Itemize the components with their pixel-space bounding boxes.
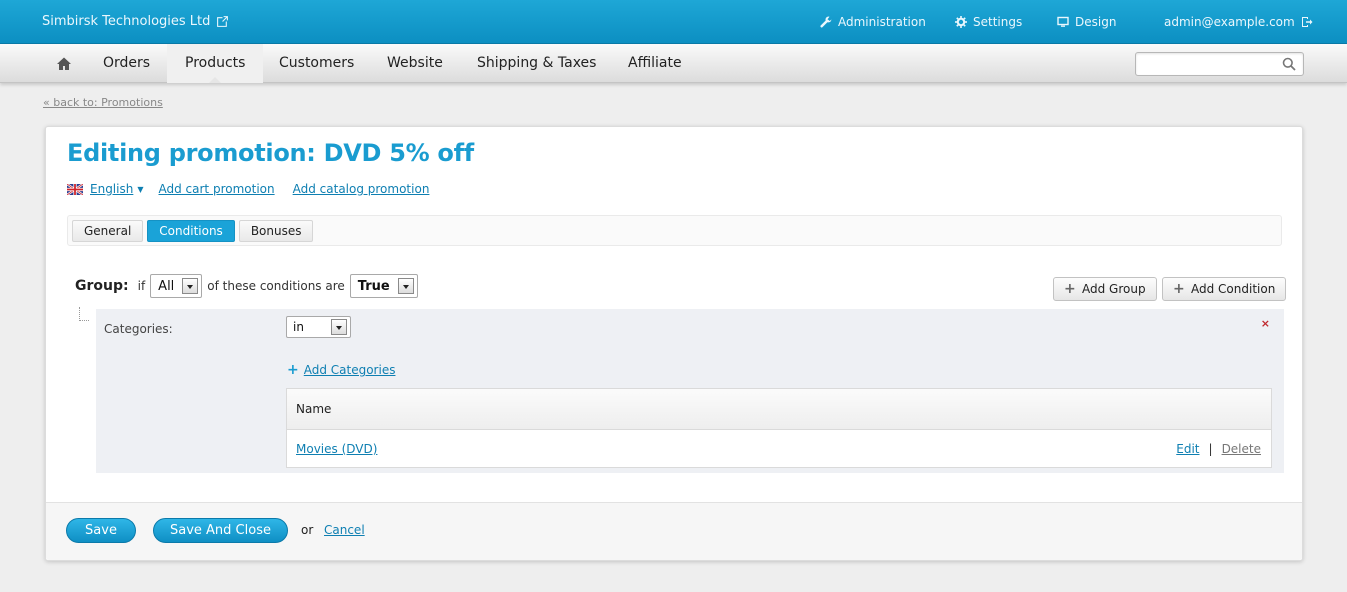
logout-icon[interactable] (1301, 16, 1313, 28)
table-row: Movies (DVD) Edit | Delete (287, 430, 1271, 468)
row-actions: Edit | Delete (1176, 430, 1261, 468)
dropdown-arrow-icon[interactable] (397, 278, 414, 294)
remove-condition-icon[interactable]: × (1261, 317, 1270, 330)
add-group-label: Add Group (1082, 282, 1146, 296)
promotion-editor-panel: Editing promotion: DVD 5% off English ▼ … (45, 126, 1303, 561)
administration-label[interactable]: Administration (838, 15, 926, 29)
back-to-promotions-link[interactable]: « back to: Promotions (43, 96, 163, 109)
administration-link[interactable]: Administration (820, 15, 926, 29)
home-nav-button[interactable] (46, 44, 82, 83)
add-cart-promotion-link[interactable]: Add cart promotion (159, 182, 275, 196)
external-link-icon[interactable] (216, 15, 229, 28)
tab-general[interactable]: General (72, 220, 144, 242)
search-box (1135, 52, 1304, 76)
dropdown-arrow-icon[interactable] (182, 278, 199, 294)
wrench-icon (820, 16, 832, 28)
monitor-icon (1057, 16, 1069, 27)
user-email[interactable]: admin@example.com (1164, 15, 1295, 29)
plus-icon: + (1173, 281, 1185, 297)
company-label[interactable]: Simbirsk Technologies Ltd (42, 14, 210, 29)
group-middle-text: of these conditions are (207, 279, 345, 293)
add-condition-button[interactable]: + Add Condition (1162, 277, 1287, 301)
condition-operator-value[interactable]: in (293, 320, 323, 334)
add-group-button[interactable]: + Add Group (1053, 277, 1157, 301)
group-quantifier-value[interactable]: All (158, 279, 174, 294)
language-selector[interactable]: English (90, 182, 133, 196)
plus-icon[interactable]: + (287, 362, 299, 378)
search-icon[interactable] (1282, 57, 1296, 71)
tab-bonuses[interactable]: Bonuses (238, 220, 314, 242)
or-text: or (301, 523, 314, 537)
nav-orders[interactable]: Orders (85, 44, 168, 83)
group-label: Group: (75, 278, 129, 294)
tab-conditions[interactable]: Conditions (147, 220, 235, 242)
panel-footer: Save Save And Close or Cancel (46, 502, 1302, 560)
group-quantifier-select[interactable]: All (150, 274, 203, 298)
nav-affiliate[interactable]: Affiliate (610, 44, 700, 83)
condition-label: Categories: (104, 322, 173, 336)
group-truth-value[interactable]: True (358, 279, 390, 294)
uk-flag-icon[interactable] (67, 183, 83, 195)
nav-products[interactable]: Products (167, 44, 264, 83)
user-menu[interactable]: admin@example.com (1164, 15, 1313, 29)
save-button[interactable]: Save (66, 518, 136, 543)
condition-operator-select[interactable]: in (286, 316, 351, 338)
add-catalog-promotion-link[interactable]: Add catalog promotion (293, 182, 430, 196)
add-categories-wrap: + Add Categories (287, 362, 395, 378)
category-link[interactable]: Movies (DVD) (296, 442, 377, 456)
condition-block: Categories: in × + Add Categories Name M… (96, 309, 1284, 473)
home-icon[interactable] (56, 56, 72, 72)
condition-operator-wrap: in (286, 316, 351, 338)
settings-link[interactable]: Settings (955, 15, 1022, 29)
tabs-bar: General Conditions Bonuses (67, 215, 1282, 246)
group-truth-select[interactable]: True (349, 274, 418, 298)
company-name[interactable]: Simbirsk Technologies Ltd (42, 14, 229, 29)
save-and-close-button[interactable]: Save And Close (153, 518, 288, 543)
actions-divider: | (1208, 442, 1213, 456)
nav-shipping-taxes[interactable]: Shipping & Taxes (459, 44, 614, 83)
add-condition-label: Add Condition (1191, 282, 1276, 296)
design-link[interactable]: Design (1057, 15, 1116, 29)
tree-connector (79, 307, 89, 321)
chevron-down-icon[interactable]: ▼ (137, 185, 143, 194)
delete-link[interactable]: Delete (1222, 442, 1261, 456)
top-bar: Simbirsk Technologies Ltd Administration… (0, 0, 1347, 44)
add-categories-link[interactable]: Add Categories (304, 363, 396, 377)
plus-icon: + (1064, 281, 1076, 297)
search-input[interactable] (1136, 53, 1276, 75)
page-title: Editing promotion: DVD 5% off (67, 139, 474, 167)
categories-table: Name Movies (DVD) Edit | Delete (286, 388, 1272, 468)
main-nav: Orders Products Customers Website Shippi… (0, 44, 1347, 83)
back-link-wrap: « back to: Promotions (43, 96, 163, 109)
design-label[interactable]: Design (1075, 15, 1116, 29)
language-bar: English ▼ Add cart promotion Add catalog… (67, 182, 429, 196)
gear-icon (955, 16, 967, 28)
nav-customers[interactable]: Customers (261, 44, 372, 83)
cancel-link[interactable]: Cancel (324, 523, 365, 537)
group-if-text: if (137, 279, 146, 293)
table-header-name: Name (287, 389, 1271, 430)
group-row: Group: if All of these conditions are Tr… (75, 274, 418, 298)
edit-link[interactable]: Edit (1176, 442, 1199, 456)
dropdown-arrow-icon[interactable] (331, 319, 347, 335)
nav-website[interactable]: Website (369, 44, 461, 83)
settings-label[interactable]: Settings (973, 15, 1022, 29)
